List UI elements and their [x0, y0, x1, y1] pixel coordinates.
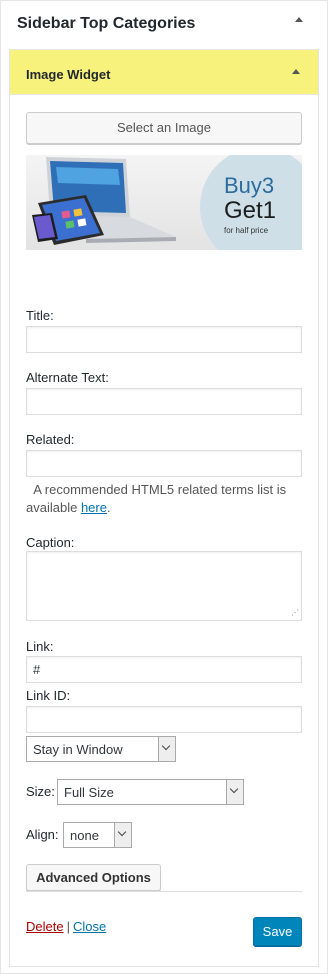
chevron-down-icon — [114, 823, 131, 847]
related-input[interactable] — [26, 450, 302, 477]
promo-line-3: for half price — [224, 226, 269, 235]
widget-area-title: Sidebar Top Categories — [17, 15, 196, 32]
triangle-up-icon[interactable] — [292, 69, 300, 74]
chevron-down-icon — [158, 737, 175, 761]
related-help-message: A recommended HTML5 related terms list i… — [26, 482, 287, 515]
widget-area-panel: Sidebar Top Categories Image Widget Sele… — [0, 0, 328, 974]
save-button[interactable]: Save — [253, 917, 302, 946]
align-label: Align: — [26, 827, 59, 842]
title-input[interactable] — [26, 326, 302, 353]
promo-line-2: Get1 — [224, 197, 277, 224]
size-label: Size: — [26, 784, 55, 799]
close-link[interactable]: Close — [73, 919, 106, 934]
alt-text-label: Alternate Text: — [26, 370, 109, 385]
link-id-label: Link ID: — [26, 688, 71, 703]
triangle-up-icon[interactable] — [295, 17, 303, 22]
widget-area-header[interactable]: Sidebar Top Categories — [1, 1, 327, 49]
link-target-value: Stay in Window — [33, 742, 123, 757]
alt-text-input[interactable] — [26, 388, 302, 415]
chevron-down-icon — [226, 780, 243, 804]
link-input[interactable] — [26, 656, 302, 683]
image-widget-header[interactable]: Image Widget — [10, 50, 318, 95]
advanced-options-button[interactable]: Advanced Options — [26, 864, 161, 891]
align-select[interactable]: none — [63, 822, 132, 848]
select-image-button[interactable]: Select an Image — [26, 112, 302, 144]
title-label: Title: — [26, 308, 54, 323]
related-label: Related: — [26, 432, 75, 447]
caption-label: Caption: — [26, 535, 75, 550]
related-help-link[interactable]: here — [81, 500, 107, 515]
separator: | — [66, 919, 70, 934]
delete-link[interactable]: Delete — [26, 919, 64, 934]
related-help-suffix: . — [106, 500, 111, 515]
related-help-text: A recommended HTML5 related terms list i… — [26, 481, 302, 517]
image-widget-title: Image Widget — [26, 67, 111, 82]
divider — [26, 891, 302, 892]
align-value: none — [70, 828, 99, 843]
link-target-select[interactable]: Stay in Window — [26, 736, 176, 762]
widget-footer-links: Delete | Close — [26, 919, 106, 934]
promo-line-1: Buy3 — [224, 173, 275, 198]
link-id-input[interactable] — [26, 706, 302, 733]
caption-textarea[interactable] — [26, 551, 302, 621]
image-preview: Buy3 Get1 for half price — [26, 155, 302, 250]
link-label: Link: — [26, 639, 54, 654]
size-value: Full Size — [64, 785, 114, 800]
size-select[interactable]: Full Size — [57, 779, 244, 805]
image-widget: Image Widget Select an Image Buy3 Get1 f… — [9, 49, 319, 967]
resize-grip-icon[interactable]: ⋰ — [291, 609, 299, 617]
